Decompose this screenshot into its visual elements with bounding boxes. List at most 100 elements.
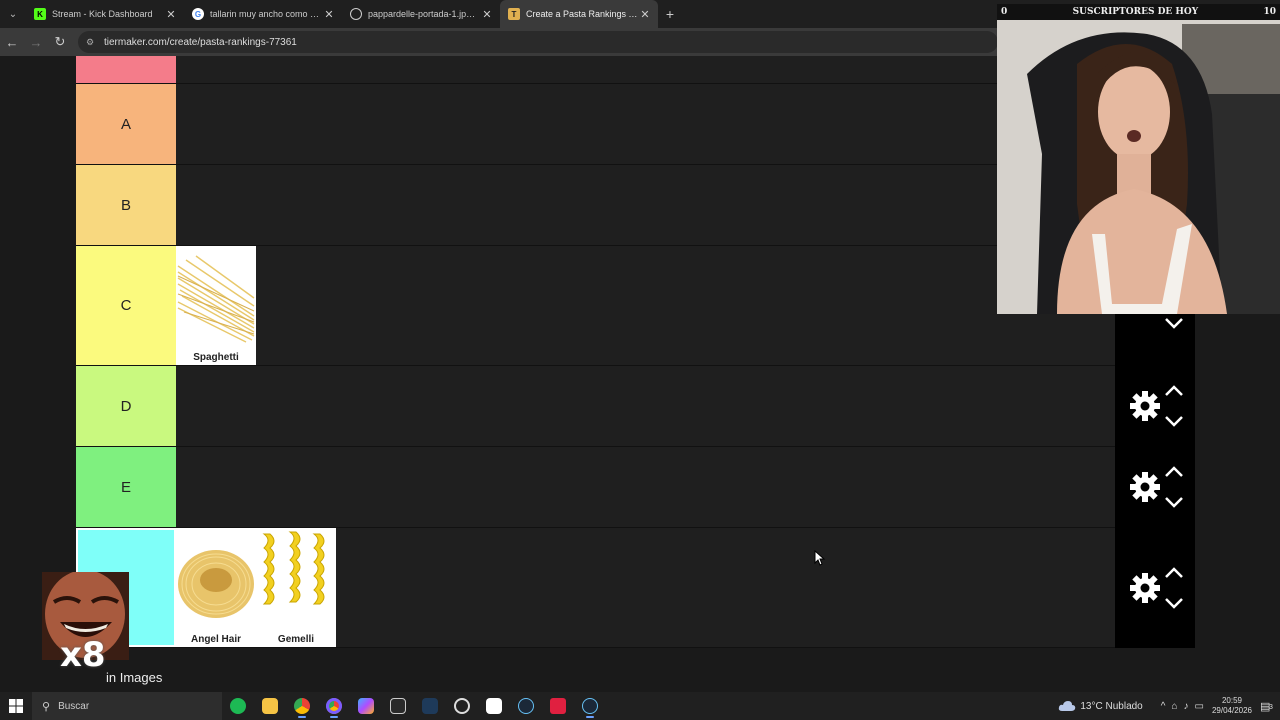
battery-icon[interactable]: ▭ xyxy=(1195,701,1204,712)
chrome-profile-icon[interactable] xyxy=(318,692,350,720)
taskbar-search[interactable]: ⚲ Buscar xyxy=(32,692,222,720)
tier-row-d: D xyxy=(76,366,1115,447)
tier-row-c: C Spaghetti xyxy=(76,246,1115,366)
back-icon[interactable]: ← xyxy=(0,28,24,56)
address-bar[interactable]: ⚙ tiermaker.com/create/pasta-rankings-77… xyxy=(78,31,998,53)
network-icon[interactable]: ⌂ xyxy=(1171,701,1177,712)
tier-controls-e xyxy=(1115,447,1195,528)
spotify-icon[interactable] xyxy=(222,692,254,720)
subscriber-count-left: 0 xyxy=(1001,7,1008,17)
add-images-label[interactable]: in Images xyxy=(106,670,162,685)
subscriber-title: SUSCRIPTORES DE HOY xyxy=(1072,7,1199,17)
tier-label[interactable]: A xyxy=(76,84,176,164)
steam-running-icon[interactable] xyxy=(574,692,606,720)
meme-multiplier: x8 xyxy=(60,635,106,675)
tier-row-b: B xyxy=(76,165,1115,246)
move-up-icon[interactable] xyxy=(1163,566,1185,580)
epic-games-icon[interactable] xyxy=(382,692,414,720)
tab-title: pappardelle-portada-1.jpg (640 xyxy=(368,9,480,19)
tier-controls-c xyxy=(1115,306,1195,366)
tier-controls-f xyxy=(1115,528,1195,648)
item-caption: Angel Hair xyxy=(190,634,241,645)
start-button[interactable] xyxy=(0,692,32,720)
subscriber-counter-bar: 0 SUSCRIPTORES DE HOY 10 xyxy=(997,4,1280,20)
copilot-icon[interactable] xyxy=(350,692,382,720)
tier-label[interactable]: B xyxy=(76,165,176,245)
tab-title: Stream - Kick Dashboard xyxy=(52,9,153,19)
move-down-icon[interactable] xyxy=(1163,596,1185,610)
tab-kick-dashboard[interactable]: K Stream - Kick Dashboard ✕ xyxy=(26,0,184,28)
windows-taskbar: ⚲ Buscar 13°C Nublado ^ ⌂ ♪ ▭ 20:59 29/0… xyxy=(0,692,1280,720)
tier-row-f: Angel Hair Gemelli xyxy=(76,528,1115,648)
clock-time: 20:59 xyxy=(1221,696,1242,705)
search-icon: ⚲ xyxy=(42,700,51,713)
tab-google-search[interactable]: G tallarin muy ancho como se llam ✕ xyxy=(184,0,342,28)
weather-text: 13°C Nublado xyxy=(1080,700,1143,712)
tier-row-s xyxy=(76,56,1115,84)
angel-hair-image xyxy=(176,528,256,638)
gear-icon[interactable] xyxy=(1129,390,1161,422)
screen: ⌄ K Stream - Kick Dashboard ✕ G tallarin… xyxy=(0,0,1280,720)
item-caption: Gemelli xyxy=(277,634,315,645)
site-info-icon[interactable]: ⚙ xyxy=(86,37,96,47)
windows-logo-icon xyxy=(9,699,23,713)
move-up-icon[interactable] xyxy=(1163,384,1185,398)
mouse-cursor-icon xyxy=(814,550,826,566)
tier-label[interactable]: D xyxy=(76,366,176,446)
tiermaker-icon: T xyxy=(508,8,520,20)
notification-bell-icon[interactable]: ▤ 3 xyxy=(1260,700,1280,713)
system-tray: 13°C Nublado ^ ⌂ ♪ ▭ 20:59 29/04/2026 ▤ … xyxy=(1058,692,1280,720)
tier-item-angel-hair[interactable]: Angel Hair xyxy=(176,528,256,647)
close-icon[interactable]: ✕ xyxy=(480,8,494,21)
weather-widget[interactable]: 13°C Nublado xyxy=(1058,700,1143,712)
close-icon[interactable]: ✕ xyxy=(164,8,178,21)
tier-drop-zone[interactable]: Spaghetti xyxy=(176,246,256,365)
forward-icon[interactable]: → xyxy=(24,28,48,56)
gear-icon[interactable] xyxy=(1129,572,1161,604)
bolt-app-icon[interactable] xyxy=(542,692,574,720)
tier-label[interactable] xyxy=(76,56,176,83)
tier-label[interactable]: C xyxy=(76,246,176,365)
gear-icon[interactable] xyxy=(1129,471,1161,503)
item-caption: Spaghetti xyxy=(193,352,239,363)
volume-icon[interactable]: ♪ xyxy=(1184,701,1189,712)
chevron-up-icon[interactable]: ^ xyxy=(1161,701,1166,712)
close-icon[interactable]: ✕ xyxy=(322,8,336,21)
tab-tiermaker[interactable]: T Create a Pasta Rankings Tier Lis ✕ xyxy=(500,0,658,28)
tier-drop-zone[interactable]: Angel Hair Gemelli xyxy=(176,528,336,647)
clock[interactable]: 20:59 29/04/2026 xyxy=(1212,696,1252,716)
tier-row-e: E xyxy=(76,447,1115,528)
close-icon[interactable]: ✕ xyxy=(638,8,652,21)
capcut-icon[interactable] xyxy=(478,692,510,720)
webcam-overlay: 0 SUSCRIPTORES DE HOY 10 xyxy=(997,4,1280,314)
streaming-app-icon[interactable] xyxy=(414,692,446,720)
obs-icon[interactable] xyxy=(446,692,478,720)
chrome-icon[interactable] xyxy=(286,692,318,720)
google-icon: G xyxy=(192,8,204,20)
tier-item-spaghetti[interactable]: Spaghetti xyxy=(176,246,256,365)
globe-icon xyxy=(350,8,362,20)
tab-title: tallarin muy ancho como se llam xyxy=(210,9,322,19)
tier-label[interactable]: E xyxy=(76,447,176,527)
move-up-icon[interactable] xyxy=(1163,465,1185,479)
tab-pappardelle-image[interactable]: pappardelle-portada-1.jpg (640 ✕ xyxy=(342,0,500,28)
url-text: tiermaker.com/create/pasta-rankings-7736… xyxy=(104,36,297,48)
file-explorer-icon[interactable] xyxy=(254,692,286,720)
tier-item-gemelli[interactable]: Gemelli xyxy=(256,528,336,647)
tier-row-a: A xyxy=(76,84,1115,165)
notification-count: 3 xyxy=(1269,703,1273,711)
move-down-icon[interactable] xyxy=(1163,316,1185,330)
tab-search-chevron-icon[interactable]: ⌄ xyxy=(0,0,26,28)
new-tab-button[interactable]: + xyxy=(658,6,682,22)
reload-icon[interactable]: ↻ xyxy=(48,28,72,56)
search-placeholder: Buscar xyxy=(58,700,90,712)
move-down-icon[interactable] xyxy=(1163,495,1185,509)
clock-date: 29/04/2026 xyxy=(1211,706,1252,715)
gemelli-image xyxy=(256,528,336,638)
tier-controls-d xyxy=(1115,366,1195,447)
laughing-meme-overlay: x8 xyxy=(42,570,129,672)
move-down-icon[interactable] xyxy=(1163,414,1185,428)
steam-icon[interactable] xyxy=(510,692,542,720)
spaghetti-image xyxy=(176,246,256,356)
subscriber-count-right: 10 xyxy=(1263,7,1276,17)
